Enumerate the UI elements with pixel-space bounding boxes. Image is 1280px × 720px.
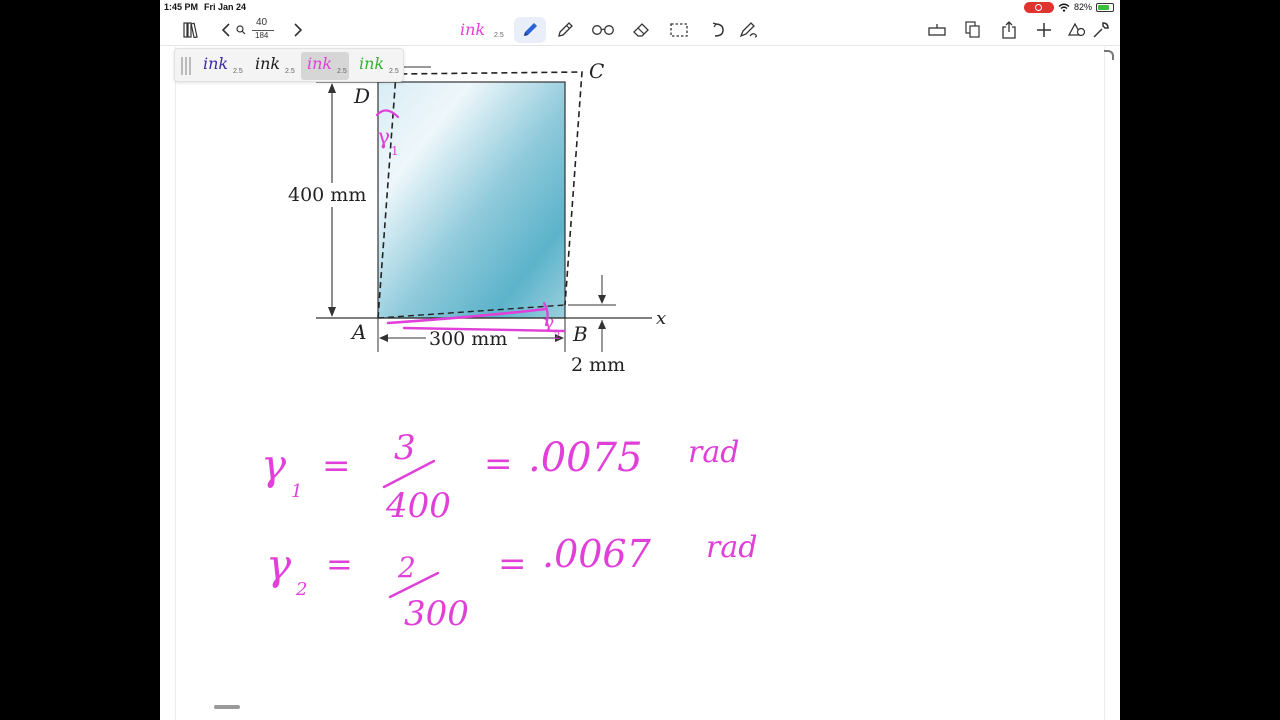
pen-preset-1[interactable]: ink 2.5 — [197, 52, 245, 80]
dim-small-arrow-top — [598, 295, 606, 304]
equation-gamma2: γ 2 = 2 300 = .0067 rad — [266, 530, 757, 634]
status-time: 1:45 PM — [164, 2, 199, 12]
eq1-gamma: γ — [261, 440, 287, 489]
eq1-result: .0075 — [528, 435, 643, 481]
scroll-handle[interactable] — [214, 705, 240, 709]
active-pen-size: 2.5 — [494, 32, 504, 39]
battery-icon — [1096, 2, 1114, 12]
lasso-select-icon[interactable] — [668, 19, 690, 41]
battery-level-fill — [1098, 4, 1109, 10]
share-icon[interactable] — [998, 19, 1020, 41]
ink-gamma-bottom-sub: 2 — [554, 331, 560, 342]
pen-preset-size: 2.5 — [285, 68, 295, 75]
ink-gamma-top-sub: 1 — [391, 144, 399, 158]
ink-gamma-top: γ — [377, 125, 390, 150]
dim-small-label: 2 mm — [571, 354, 625, 376]
dim-height-arrow-top — [328, 83, 336, 93]
pen-icon[interactable] — [519, 19, 541, 41]
shapes-icon[interactable] — [1066, 19, 1088, 41]
eq2-numerator: 2 — [397, 551, 416, 584]
undo-icon[interactable] — [707, 19, 729, 41]
label-x: x — [656, 308, 666, 329]
eq2-gamma: γ — [266, 540, 292, 589]
pen-preset-label: ink — [307, 54, 333, 73]
pen-preset-3[interactable]: ink 2.5 — [301, 52, 349, 80]
plus-icon[interactable] — [1033, 19, 1055, 41]
eraser-icon[interactable] — [630, 19, 652, 41]
library-icon[interactable] — [180, 19, 202, 41]
highlighter-icon[interactable] — [554, 19, 576, 41]
page-current: 40 — [256, 17, 268, 28]
eq1-denominator: 400 — [385, 486, 451, 526]
pen-presets-bar[interactable]: ink 2.5 ink 2.5 ink 2.5 ink 2.5 — [174, 48, 404, 82]
eq2-subscript: 2 — [295, 579, 307, 600]
forward-chevron-icon[interactable] — [287, 19, 309, 41]
dim-height-label: 400 mm — [288, 184, 366, 206]
pen-preset-label: ink — [255, 54, 281, 73]
eq1-numerator: 3 — [394, 428, 416, 468]
text-shape-icon[interactable] — [738, 19, 760, 41]
ink-gamma-bottom: γ — [543, 311, 554, 333]
toolbar: 40 184 ink 2.5 — [160, 14, 1120, 46]
page-total: 184 — [255, 31, 269, 40]
dim-width-label: 300 mm — [429, 328, 507, 350]
copy-icon[interactable] — [962, 19, 984, 41]
pen-preset-2[interactable]: ink 2.5 — [249, 52, 297, 80]
screen-recording-icon[interactable] — [1023, 1, 1054, 13]
status-indicators: 82% — [1023, 0, 1114, 14]
pen-preset-label: ink — [359, 54, 385, 73]
eq2-result: .0067 — [542, 532, 652, 576]
page-canvas[interactable]: x 400 mm 300 mm 2 mm D C A B γ 1 γ 2 γ 1… — [176, 47, 1106, 720]
battery-percent: 82% — [1073, 2, 1092, 12]
pen-preset-size: 2.5 — [233, 68, 243, 75]
eq2-unit: rad — [706, 530, 757, 565]
notebook-page[interactable]: x 400 mm 300 mm 2 mm D C A B γ 1 γ 2 γ 1… — [175, 47, 1105, 720]
page-corner-icon[interactable] — [1104, 50, 1114, 60]
active-pen-label[interactable]: ink — [460, 20, 485, 39]
eq2-equals-2: = — [498, 544, 527, 584]
eq1-equals: = — [322, 446, 351, 486]
page-counter[interactable]: 40 184 — [238, 17, 278, 43]
equation-gamma1: γ 1 = 3 400 = .0075 rad — [261, 428, 739, 526]
eq2-equals: = — [326, 545, 353, 583]
wrench-icon[interactable] — [1090, 19, 1112, 41]
add-page-icon[interactable] — [926, 19, 948, 41]
pen-preset-4[interactable]: ink 2.5 — [353, 52, 401, 80]
eq1-unit: rad — [688, 435, 739, 470]
label-B: B — [572, 322, 588, 346]
eq1-subscript: 1 — [291, 481, 302, 502]
dim-height-arrow-bottom — [328, 307, 336, 317]
label-A: A — [350, 320, 366, 344]
plate-rectangle — [377, 81, 566, 319]
pen-preset-size: 2.5 — [337, 68, 347, 75]
reading-glasses-icon[interactable] — [590, 19, 616, 41]
wifi-icon — [1058, 3, 1070, 12]
eq2-denominator: 300 — [404, 594, 469, 634]
status-date: Fri Jan 24 — [204, 2, 247, 12]
ipad-screen: 1:45 PM Fri Jan 24 82% 40 184 ink 2.5 x … — [160, 0, 1120, 720]
drag-handle-icon[interactable] — [181, 57, 193, 75]
pen-preset-label: ink — [203, 54, 229, 73]
dim-width-arrow-left — [379, 334, 388, 342]
status-bar: 1:45 PM Fri Jan 24 82% — [160, 0, 1120, 14]
eq1-equals-2: = — [484, 444, 513, 484]
label-D: D — [353, 84, 370, 108]
dim-small-arrow-bottom — [598, 320, 606, 329]
pen-preset-size: 2.5 — [389, 68, 399, 75]
label-C: C — [589, 59, 604, 83]
